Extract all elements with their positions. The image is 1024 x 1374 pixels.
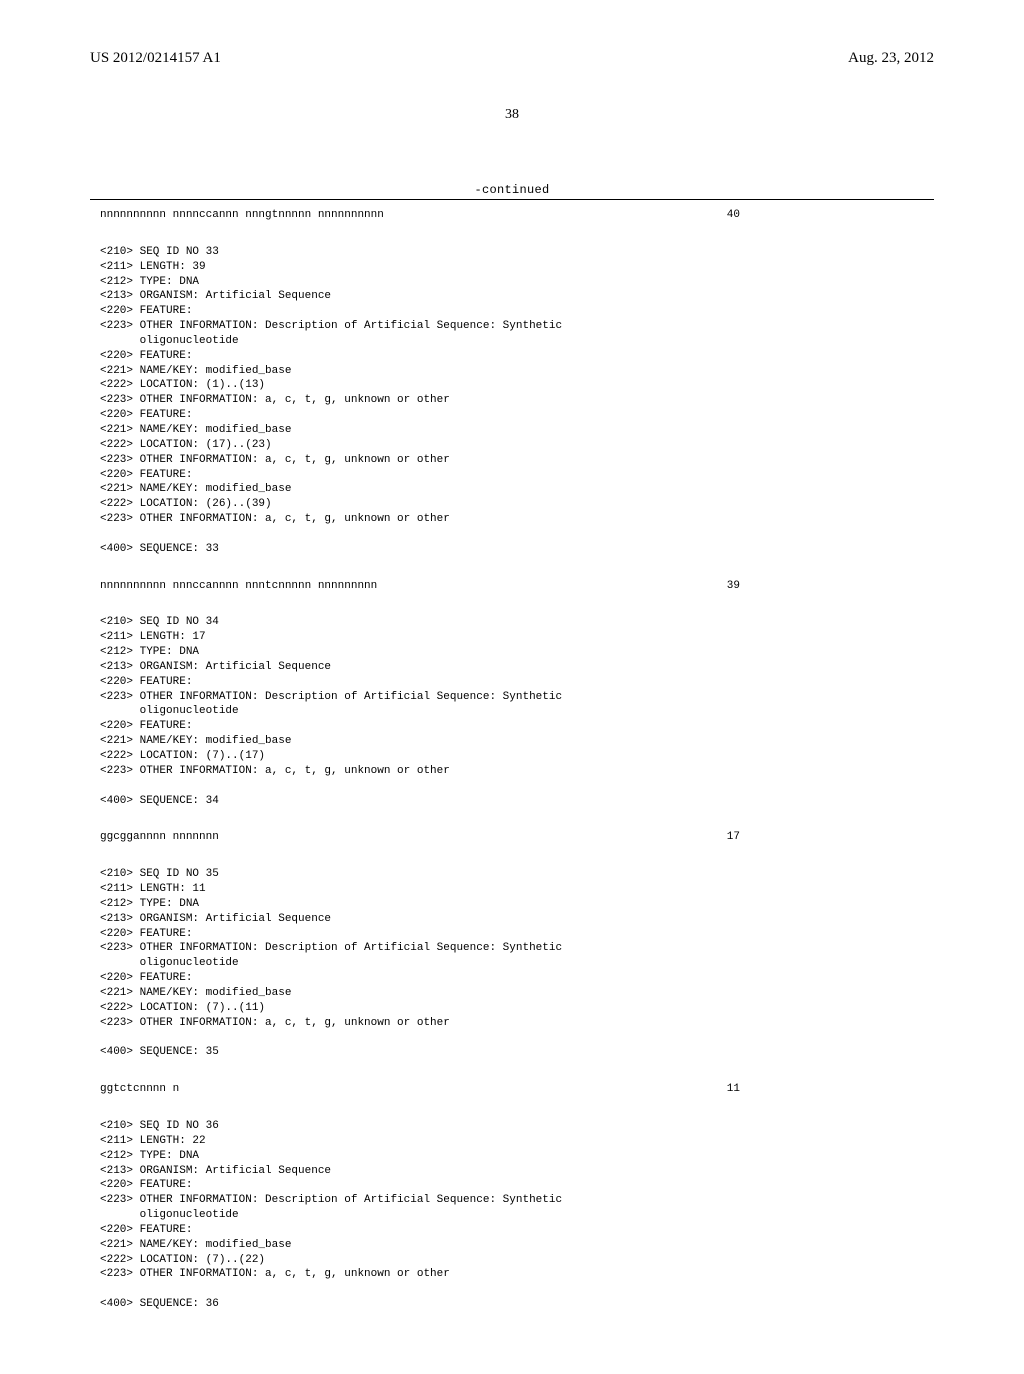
sequence-row-top: nnnnnnnnnn nnnnccannn nnngtnnnnn nnnnnnn… (100, 208, 740, 223)
page-header: US 2012/0214157 A1 Aug. 23, 2012 (90, 50, 934, 67)
continued-label: -continued (90, 183, 934, 197)
publication-number: US 2012/0214157 A1 (90, 50, 221, 67)
sequence-text: ggcggannnn nnnnnnn (100, 830, 219, 845)
publication-date: Aug. 23, 2012 (848, 50, 934, 67)
sequence-text: nnnnnnnnnn nnnccannnn nnntcnnnnn nnnnnnn… (100, 579, 377, 594)
sequence-row-33: nnnnnnnnnn nnnccannnn nnntcnnnnn nnnnnnn… (100, 579, 740, 594)
entry-header-35: <210> SEQ ID NO 35 <211> LENGTH: 11 <212… (100, 867, 934, 1060)
sequence-row-35: ggtctcnnnn n 11 (100, 1082, 740, 1097)
page-container: US 2012/0214157 A1 Aug. 23, 2012 38 -con… (0, 0, 1024, 1374)
sequence-text: nnnnnnnnnn nnnnccannn nnngtnnnnn nnnnnnn… (100, 208, 384, 223)
sequence-row-34: ggcggannnn nnnnnnn 17 (100, 830, 740, 845)
entry-header-36: <210> SEQ ID NO 36 <211> LENGTH: 22 <212… (100, 1119, 934, 1312)
rule-top (90, 199, 934, 200)
entry-33: <210> SEQ ID NO 33 <211> LENGTH: 39 <212… (100, 245, 934, 594)
entry-36: <210> SEQ ID NO 36 <211> LENGTH: 22 <212… (100, 1119, 934, 1312)
page-number: 38 (90, 107, 934, 123)
sequence-listing: nnnnnnnnnn nnnnccannn nnngtnnnnn nnnnnnn… (100, 208, 934, 1312)
sequence-length: 39 (727, 579, 740, 594)
sequence-length: 17 (727, 830, 740, 845)
sequence-length: 11 (727, 1082, 740, 1097)
entry-header-33: <210> SEQ ID NO 33 <211> LENGTH: 39 <212… (100, 245, 934, 557)
sequence-length: 40 (727, 208, 740, 223)
entry-35: <210> SEQ ID NO 35 <211> LENGTH: 11 <212… (100, 867, 934, 1097)
entry-34: <210> SEQ ID NO 34 <211> LENGTH: 17 <212… (100, 615, 934, 845)
sequence-text: ggtctcnnnn n (100, 1082, 179, 1097)
entry-header-34: <210> SEQ ID NO 34 <211> LENGTH: 17 <212… (100, 615, 934, 808)
